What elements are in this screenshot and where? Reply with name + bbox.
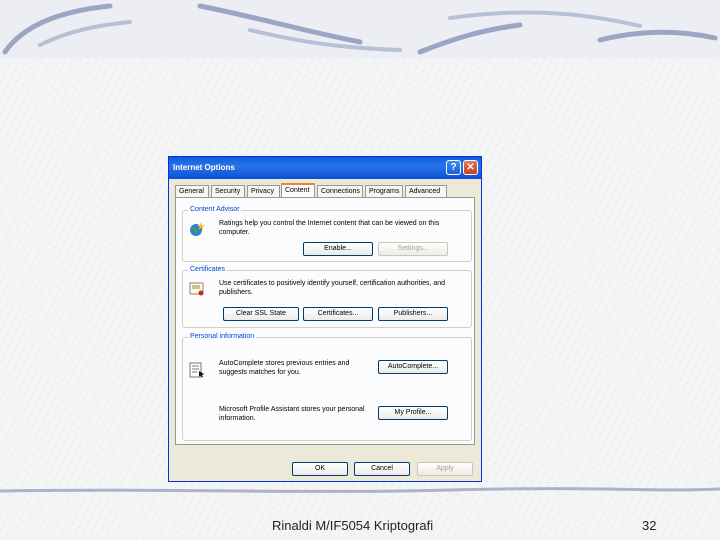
footer-text: Rinaldi M/IF5054 Kriptografi xyxy=(272,518,434,533)
personal-information-label: Personal information xyxy=(188,333,257,340)
certificates-button[interactable]: Certificates... xyxy=(303,307,373,321)
internet-options-dialog: Internet Options ? ✕ General Security Pr… xyxy=(168,156,482,482)
certificate-icon xyxy=(189,282,204,296)
publishers-button[interactable]: Publishers... xyxy=(378,307,448,321)
my-profile-button[interactable]: My Profile... xyxy=(378,406,448,420)
dialog-title: Internet Options xyxy=(173,163,235,172)
ok-button[interactable]: OK xyxy=(292,462,348,476)
tab-security[interactable]: Security xyxy=(211,185,245,197)
apply-button[interactable]: Apply xyxy=(417,462,473,476)
content-tab-panel: Content Advisor Ratings help you control… xyxy=(175,197,475,445)
content-advisor-description: Ratings help you control the Internet co… xyxy=(219,220,440,236)
help-button[interactable]: ? xyxy=(446,160,461,175)
tab-general[interactable]: General xyxy=(175,185,209,197)
tab-privacy[interactable]: Privacy xyxy=(247,185,280,197)
slide-header-band xyxy=(0,0,720,58)
content-advisor-group: Content Advisor Ratings help you control… xyxy=(182,206,472,262)
personal-information-group: Personal information AutoComplete stores… xyxy=(182,333,472,441)
autocomplete-description: AutoComplete stores previous entries and… xyxy=(219,360,350,376)
close-button[interactable]: ✕ xyxy=(463,160,478,175)
dialog-titlebar[interactable]: Internet Options ? ✕ xyxy=(169,157,481,179)
enable-button[interactable]: Enable... xyxy=(303,242,373,256)
footer-divider xyxy=(0,487,720,493)
tab-programs[interactable]: Programs xyxy=(365,185,403,197)
page-number: 32 xyxy=(642,518,657,533)
tab-advanced[interactable]: Advanced xyxy=(405,185,447,197)
tab-content[interactable]: Content xyxy=(281,183,315,198)
autocomplete-icon xyxy=(189,362,204,378)
content-settings-button[interactable]: Settings... xyxy=(378,242,448,256)
certificates-group: Certificates Use certificates to positiv… xyxy=(182,266,472,328)
tab-connections[interactable]: Connections xyxy=(317,185,363,197)
profile-assistant-description: Microsoft Profile Assistant stores your … xyxy=(219,406,365,422)
autocomplete-button[interactable]: AutoComplete... xyxy=(378,360,448,374)
content-advisor-icon xyxy=(190,222,205,236)
header-swoosh-decoration xyxy=(2,3,718,55)
certificates-description: Use certificates to positively identify … xyxy=(219,280,446,296)
clear-ssl-state-button[interactable]: Clear SSL State xyxy=(223,307,299,321)
content-advisor-label: Content Advisor xyxy=(188,206,242,213)
certificates-label: Certificates xyxy=(188,266,228,273)
cancel-button[interactable]: Cancel xyxy=(354,462,410,476)
